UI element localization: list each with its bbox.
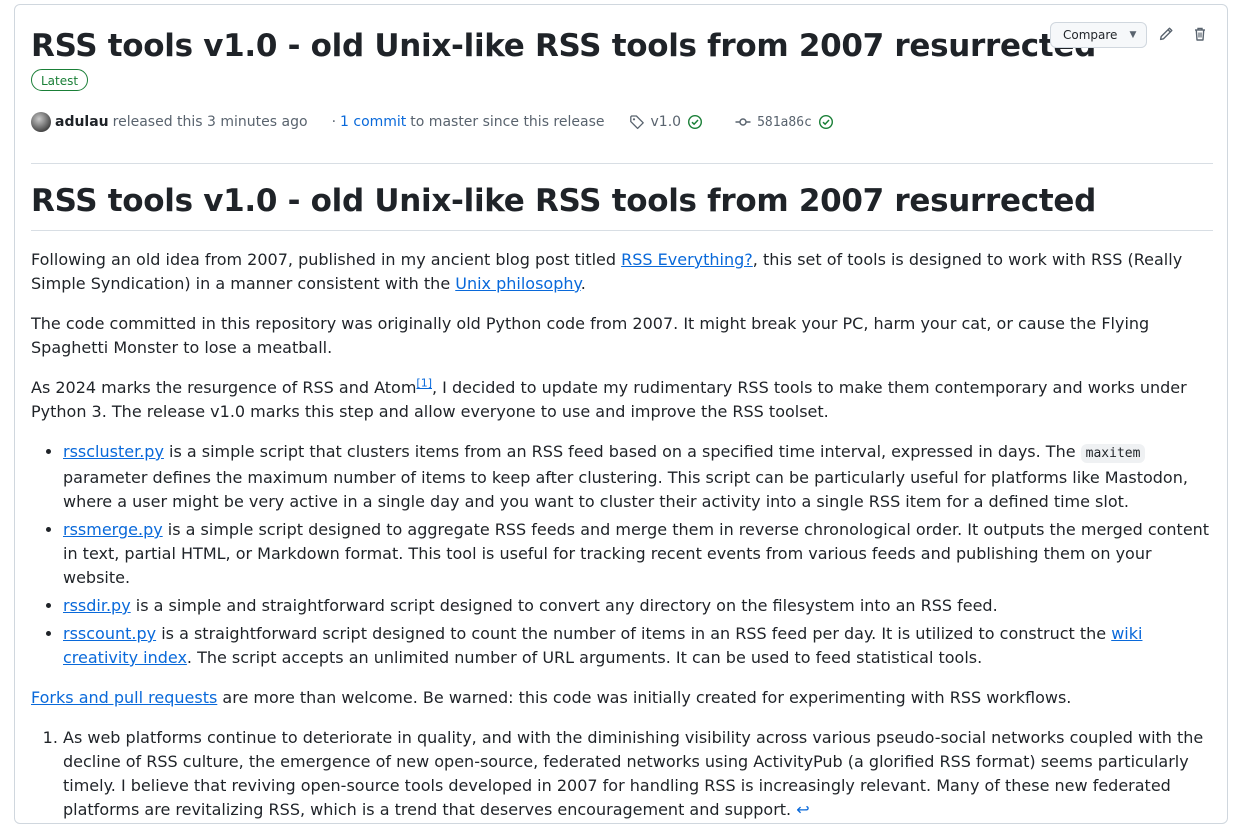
tag-icon <box>629 115 644 130</box>
commits-suffix: to master since this release <box>410 114 605 130</box>
rss-everything-link[interactable]: RSS Everything? <box>621 250 753 269</box>
git-commit-icon <box>735 118 751 126</box>
pencil-icon <box>1159 27 1173 41</box>
divider <box>31 163 1213 164</box>
trash-icon <box>1195 27 1205 41</box>
check-circle-icon <box>818 114 833 130</box>
footnote-item: As web platforms continue to deteriorate… <box>63 726 1215 822</box>
avatar[interactable] <box>31 112 51 132</box>
code-paragraph: The code committed in this repository wa… <box>31 314 1150 357</box>
footnotes-list: As web platforms continue to deteriorate… <box>31 726 1215 822</box>
author-link[interactable]: adulau <box>55 114 109 130</box>
compare-label: Compare <box>1063 28 1118 42</box>
check-circle-icon <box>688 114 703 130</box>
footnote-ref[interactable]: [1] <box>416 377 432 390</box>
tag-link[interactable]: v1.0 <box>629 114 704 130</box>
heading-divider <box>31 230 1213 231</box>
intro-paragraph: Following an old idea from 2007, publish… <box>31 250 1183 293</box>
list-item: rssdir.py is a simple and straightforwar… <box>63 594 1215 618</box>
edit-button[interactable] <box>1157 25 1175 43</box>
unix-philosophy-link[interactable]: Unix philosophy <box>455 274 580 293</box>
rsscluster-link[interactable]: rsscluster.py <box>63 442 164 461</box>
released-text[interactable]: released this 3 minutes ago <box>113 114 308 130</box>
list-item: rsscluster.py is a simple script that cl… <box>63 440 1215 514</box>
tag-label: v1.0 <box>650 114 682 130</box>
release-paragraph: As 2024 marks the resurgence of RSS and … <box>31 376 1187 421</box>
rsscount-link[interactable]: rsscount.py <box>63 624 156 643</box>
chevron-down-icon: ▼ <box>1129 30 1137 40</box>
commit-sha: 581a86c <box>757 114 812 130</box>
release-notes: Following an old idea from 2007, publish… <box>31 248 1215 838</box>
delete-button[interactable] <box>1191 25 1209 43</box>
compare-button[interactable]: Compare ▼ <box>1050 22 1147 48</box>
commit-link[interactable]: 581a86c <box>735 114 834 130</box>
footnote-backref-icon[interactable]: ↩ <box>796 800 809 819</box>
rssdir-link[interactable]: rssdir.py <box>63 596 131 615</box>
forks-paragraph: Forks and pull requests are more than we… <box>31 688 1072 707</box>
meta-separator: · <box>331 114 337 130</box>
body-heading: RSS tools v1.0 - old Unix-like RSS tools… <box>31 183 1096 219</box>
commits-link[interactable]: 1 commit <box>340 114 406 130</box>
tools-list: rsscluster.py is a simple script that cl… <box>31 440 1215 670</box>
list-item: rsscount.py is a straightforward script … <box>63 622 1215 670</box>
release-meta: adulau released this 3 minutes ago · 1 c… <box>31 110 834 134</box>
rssmerge-link[interactable]: rssmerge.py <box>63 520 163 539</box>
maxitem-code: maxitem <box>1080 444 1146 463</box>
list-item: rssmerge.py is a simple script designed … <box>63 518 1215 590</box>
forks-link[interactable]: Forks and pull requests <box>31 688 217 707</box>
latest-badge: Latest <box>31 69 89 91</box>
release-title[interactable]: RSS tools v1.0 - old Unix-like RSS tools… <box>31 26 1096 66</box>
